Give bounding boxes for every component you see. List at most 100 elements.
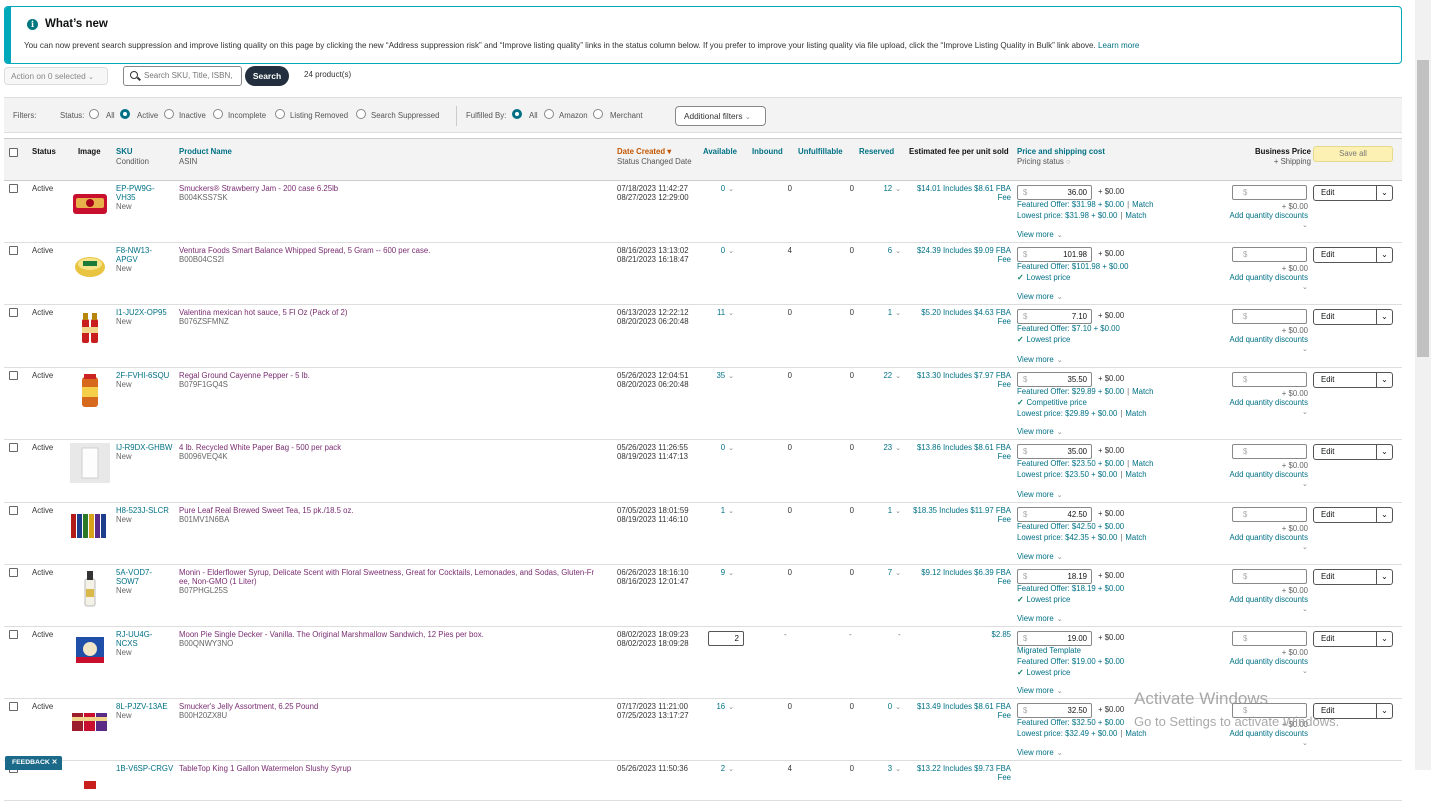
row-sku[interactable]: 8L-PJZV-13AE New — [116, 702, 168, 720]
product-image[interactable] — [70, 764, 110, 804]
add-quantity-discounts[interactable]: Add quantity discounts — [1222, 273, 1308, 282]
col-unfulfillable[interactable]: Unfulfillable — [798, 147, 843, 156]
product-image[interactable] — [70, 443, 110, 483]
bulk-action-select[interactable]: Action on 0 selected ⌄ — [4, 67, 108, 85]
add-quantity-discounts[interactable]: Add quantity discounts — [1222, 335, 1308, 344]
edit-button[interactable]: Edit ⌄ — [1313, 372, 1393, 388]
price-input[interactable]: $35.00 — [1017, 444, 1092, 459]
view-more-link[interactable]: View more ⌄ — [1017, 686, 1063, 695]
row-available[interactable]: 11 ⌄ — [704, 308, 734, 317]
close-icon[interactable]: ✕ — [52, 759, 58, 766]
business-price-input[interactable]: $ — [1232, 507, 1307, 522]
row-sku[interactable]: IJ-R9DX-GHBW New — [116, 443, 172, 461]
select-all-checkbox[interactable] — [9, 148, 18, 157]
row-est-fee[interactable]: $14.01 Includes $8.61 FBA Fee — [904, 184, 1011, 202]
business-price-input[interactable]: $ — [1232, 185, 1307, 200]
edit-button[interactable]: Edit ⌄ — [1313, 247, 1393, 263]
row-available[interactable]: 1 ⌄ — [704, 506, 734, 515]
row-checkbox[interactable] — [9, 371, 18, 380]
fulfilled-radio-merchant[interactable] — [593, 109, 603, 119]
row-checkbox[interactable] — [9, 246, 18, 255]
view-more-link[interactable]: View more ⌄ — [1017, 552, 1063, 561]
product-name-line2[interactable]: ee, Non-GMO (1 Liter) — [179, 577, 594, 586]
col-available[interactable]: Available — [703, 147, 737, 156]
row-reserved[interactable]: 3 ⌄ — [859, 764, 901, 773]
status-radio-removed[interactable] — [275, 109, 285, 119]
product-name-link[interactable]: Ventura Foods Smart Balance Whipped Spre… — [179, 246, 430, 255]
row-sku[interactable]: 2F-FVHI-6SQU New — [116, 371, 169, 389]
add-quantity-discounts[interactable]: Add quantity discounts — [1222, 398, 1308, 407]
row-sku[interactable]: I1-JU2X-OP95 New — [116, 308, 167, 326]
row-available[interactable]: 9 ⌄ — [704, 568, 734, 577]
match-link[interactable]: Match — [1125, 470, 1146, 479]
scrollbar-thumb[interactable] — [1417, 60, 1429, 357]
row-checkbox[interactable] — [9, 506, 18, 515]
product-name-link[interactable]: Smucker's Jelly Assortment, 6.25 Pound — [179, 702, 318, 711]
row-sku[interactable]: EP-PW9G- VH35 New — [116, 184, 155, 211]
view-more-link[interactable]: View more ⌄ — [1017, 355, 1063, 364]
row-checkbox[interactable] — [9, 443, 18, 452]
row-available[interactable]: 35 ⌄ — [704, 371, 734, 380]
status-radio-active[interactable] — [120, 109, 130, 119]
edit-button[interactable]: Edit ⌄ — [1313, 309, 1393, 325]
row-reserved[interactable]: 1 ⌄ — [859, 506, 901, 515]
view-more-link[interactable]: View more ⌄ — [1017, 614, 1063, 623]
row-available[interactable]: 2 ⌄ — [704, 764, 734, 773]
status-radio-all[interactable] — [89, 109, 99, 119]
row-est-fee[interactable]: $13.30 Includes $7.97 FBA Fee — [904, 371, 1011, 389]
edit-button[interactable]: Edit ⌄ — [1313, 507, 1393, 523]
row-reserved[interactable]: 1 ⌄ — [859, 308, 901, 317]
add-quantity-discounts[interactable]: Add quantity discounts — [1222, 729, 1308, 738]
row-reserved[interactable]: 22 ⌄ — [859, 371, 901, 380]
available-input[interactable]: 2 — [708, 631, 744, 646]
edit-dropdown-icon[interactable]: ⌄ — [1376, 508, 1392, 522]
match-link[interactable]: Match — [1125, 729, 1146, 738]
search-button[interactable]: Search — [245, 66, 289, 86]
row-est-fee[interactable]: $13.86 Includes $8.61 FBA Fee — [904, 443, 1011, 461]
product-name-link[interactable]: 4 lb. Recycled White Paper Bag - 500 per… — [179, 443, 341, 452]
edit-dropdown-icon[interactable]: ⌄ — [1376, 570, 1392, 584]
view-more-link[interactable]: View more ⌄ — [1017, 748, 1063, 757]
view-more-link[interactable]: View more ⌄ — [1017, 427, 1063, 436]
row-reserved[interactable]: 0 ⌄ — [859, 702, 901, 711]
edit-dropdown-icon[interactable]: ⌄ — [1376, 310, 1392, 324]
product-name-link[interactable]: Regal Ground Cayenne Pepper - 5 lb. — [179, 371, 310, 380]
view-more-link[interactable]: View more ⌄ — [1017, 490, 1063, 499]
row-available[interactable]: 0 ⌄ — [704, 246, 734, 255]
row-sku[interactable]: F8-NW13- APGV New — [116, 246, 152, 273]
col-product-name[interactable]: Product Name ASIN — [179, 147, 232, 166]
product-name-link[interactable]: Smuckers® Strawberry Jam - 200 case 6.25… — [179, 184, 338, 193]
price-input[interactable]: $36.00 — [1017, 185, 1092, 200]
row-reserved[interactable]: 12 ⌄ — [859, 184, 901, 193]
product-image[interactable] — [70, 568, 110, 608]
match-link[interactable]: Match — [1132, 200, 1153, 209]
edit-dropdown-icon[interactable]: ⌄ — [1376, 704, 1392, 718]
col-reserved[interactable]: Reserved — [859, 147, 894, 156]
match-link[interactable]: Match — [1132, 387, 1153, 396]
price-input[interactable]: $35.50 — [1017, 372, 1092, 387]
product-name-link[interactable]: Monin - Elderflower Syrup, Delicate Scen… — [179, 568, 594, 577]
product-image[interactable] — [70, 702, 110, 742]
row-est-fee[interactable]: $9.12 Includes $6.39 FBA Fee — [904, 568, 1011, 586]
row-reserved[interactable]: 6 ⌄ — [859, 246, 901, 255]
edit-dropdown-icon[interactable]: ⌄ — [1376, 186, 1392, 200]
business-price-input[interactable]: $ — [1232, 372, 1307, 387]
row-sku[interactable]: 5A-VOD7- SOW7 New — [116, 568, 152, 595]
row-checkbox[interactable] — [9, 184, 18, 193]
edit-dropdown-icon[interactable]: ⌄ — [1376, 445, 1392, 459]
row-sku[interactable]: RJ-UU4G- NCXS New — [116, 630, 152, 657]
col-date-created[interactable]: Date Created ▾ Status Changed Date — [617, 147, 692, 166]
business-price-input[interactable]: $ — [1232, 444, 1307, 459]
product-image[interactable] — [70, 630, 110, 670]
price-input[interactable]: $42.50 — [1017, 507, 1092, 522]
edit-button[interactable]: Edit ⌄ — [1313, 569, 1393, 585]
row-checkbox[interactable] — [9, 308, 18, 317]
product-name-link[interactable]: Moon Pie Single Decker - Vanilla. The Or… — [179, 630, 484, 639]
product-image[interactable] — [70, 308, 110, 348]
edit-button[interactable]: Edit ⌄ — [1313, 631, 1393, 647]
row-est-fee[interactable]: $18.35 Includes $11.97 FBA Fee — [904, 506, 1011, 524]
additional-filters-button[interactable]: Additional filters ⌄ — [675, 106, 766, 126]
row-checkbox[interactable] — [9, 568, 18, 577]
edit-dropdown-icon[interactable]: ⌄ — [1376, 373, 1392, 387]
edit-dropdown-icon[interactable]: ⌄ — [1376, 632, 1392, 646]
